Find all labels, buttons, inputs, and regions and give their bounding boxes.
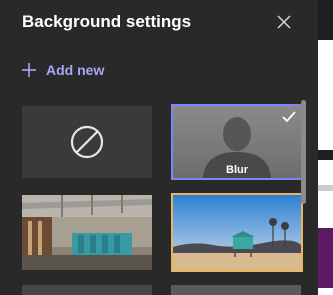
strip-accent-2	[318, 228, 333, 288]
blur-label: Blur	[226, 164, 248, 176]
background-tile-row3-right[interactable]	[171, 285, 301, 295]
strip-mid	[318, 150, 333, 160]
add-new-button[interactable]: Add new	[20, 58, 104, 82]
panel-title: Background settings	[22, 12, 192, 31]
scrollbar-thumb[interactable]	[301, 100, 306, 204]
plus-icon	[22, 63, 36, 77]
background-tile-none[interactable]	[22, 106, 152, 178]
office-image	[22, 195, 152, 270]
add-new-label: Add new	[46, 62, 105, 78]
no-background-icon	[70, 125, 104, 159]
checkmark-icon	[281, 110, 297, 129]
close-button[interactable]	[272, 10, 296, 34]
background-tile-beach[interactable]	[171, 193, 303, 272]
close-icon	[277, 15, 291, 29]
beach-image	[173, 195, 301, 270]
strip-accent-1	[318, 185, 333, 191]
background-tile-blur[interactable]: Blur	[171, 104, 303, 180]
background-tile-office[interactable]	[22, 195, 152, 270]
strip-top	[318, 0, 333, 40]
background-settings-panel: Background settings Add new Blur	[0, 0, 318, 295]
background-tile-row3-left[interactable]	[22, 285, 152, 295]
